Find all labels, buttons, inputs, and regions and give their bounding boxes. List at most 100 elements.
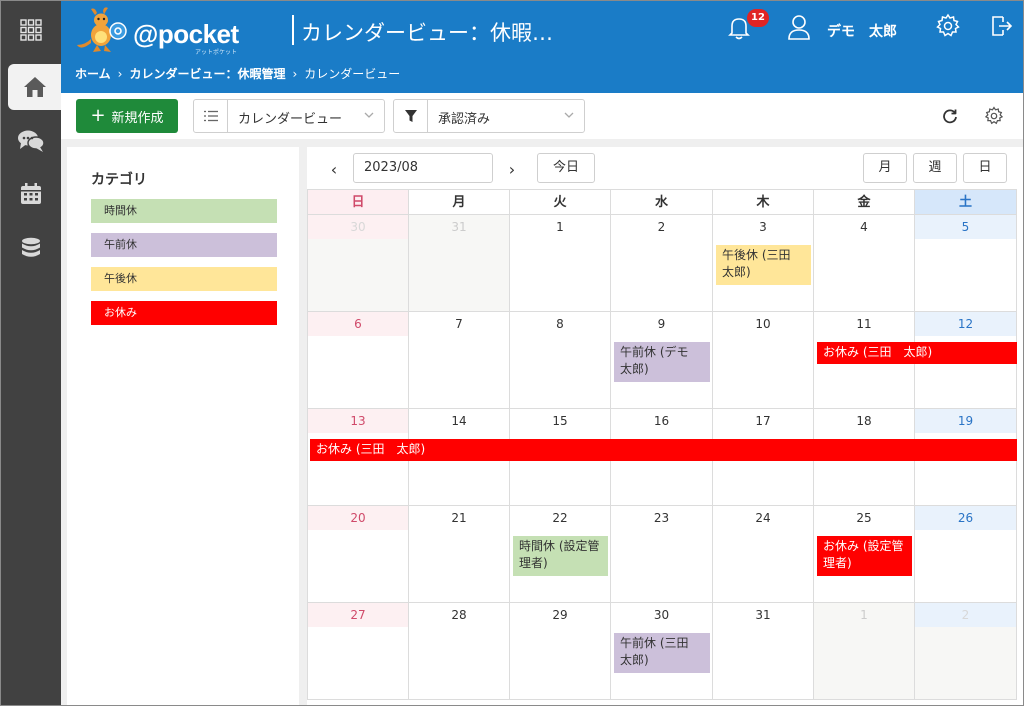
calendar-day-cell[interactable]: 24 bbox=[713, 506, 814, 603]
user-name[interactable]: デモ 太郎 bbox=[827, 21, 897, 41]
calendar-event[interactable]: 時間休 (設定管理者) bbox=[513, 536, 608, 576]
breadcrumb-separator-icon: › bbox=[117, 67, 123, 81]
calendar-event[interactable]: お休み (設定管理者) bbox=[817, 536, 912, 576]
user-icon[interactable] bbox=[787, 13, 815, 41]
calendar-panel: ‹ 2023/08 › 今日 月 週 日 日月火水木金土 30 31 1 2 3 4 5 6 7… bbox=[307, 147, 1023, 705]
next-month-button[interactable]: › bbox=[499, 155, 525, 183]
day-number: 10 bbox=[755, 317, 771, 331]
chevron-down-icon bbox=[364, 112, 374, 118]
chevron-right-icon: › bbox=[508, 159, 516, 179]
calendar-event[interactable]: 午前休 (デモ 太郎) bbox=[614, 342, 710, 382]
weekday-label: 日 bbox=[307, 189, 409, 215]
calendar-day-cell[interactable]: 26 bbox=[915, 506, 1017, 603]
day-number: 2 bbox=[915, 603, 1016, 627]
prev-month-button[interactable]: ‹ bbox=[321, 155, 347, 183]
calendar-day-cell[interactable]: 30 bbox=[307, 215, 409, 312]
calendar-day-cell[interactable]: 31 bbox=[713, 603, 814, 700]
month-input[interactable]: 2023/08 bbox=[353, 153, 493, 183]
category-item[interactable]: 時間休 bbox=[91, 199, 277, 223]
weekday-label: 水 bbox=[611, 189, 713, 215]
logout-icon[interactable] bbox=[989, 13, 1017, 41]
calendar-day-cell[interactable]: 21 bbox=[409, 506, 510, 603]
day-number: 20 bbox=[308, 506, 408, 530]
calendar-day-cell[interactable]: 4 bbox=[814, 215, 915, 312]
day-number: 26 bbox=[915, 506, 1016, 530]
day-number: 7 bbox=[455, 317, 463, 331]
day-number: 30 bbox=[653, 608, 670, 622]
day-number: 31 bbox=[451, 220, 467, 234]
week-view-button[interactable]: 週 bbox=[913, 153, 957, 183]
day-number: 9 bbox=[657, 317, 666, 331]
refresh-icon[interactable] bbox=[939, 105, 961, 127]
day-view-button[interactable]: 日 bbox=[963, 153, 1007, 183]
day-number: 12 bbox=[915, 312, 1016, 336]
day-number: 16 bbox=[653, 414, 670, 428]
apps-grid-icon[interactable] bbox=[1, 7, 61, 53]
logo-subtext: アットポケット bbox=[195, 49, 238, 56]
app-window: @pocket アットポケット カレンダービュー：休暇… ホーム › カレンダービュ… bbox=[0, 0, 1024, 706]
chat-icon[interactable] bbox=[1, 118, 61, 164]
breadcrumb-app[interactable]: カレンダービュー：休暇管理 bbox=[129, 67, 285, 81]
day-number: 17 bbox=[755, 414, 771, 428]
calendar-day-cell[interactable]: 7 bbox=[409, 312, 510, 409]
day-number: 22 bbox=[552, 511, 568, 525]
weekday-label: 月 bbox=[409, 189, 510, 215]
day-number: 15 bbox=[552, 414, 568, 428]
view-select[interactable]: カレンダービュー bbox=[193, 99, 385, 133]
day-number: 4 bbox=[860, 220, 868, 234]
chevron-down-icon bbox=[564, 112, 574, 118]
calendar-day-cell[interactable]: 2 bbox=[915, 603, 1017, 700]
calendar-day-cell[interactable]: 2 bbox=[611, 215, 713, 312]
calendar-day-cell[interactable]: 1 bbox=[814, 603, 915, 700]
category-panel: カテゴリ 時間休午前休午後休お休み bbox=[67, 147, 299, 705]
calendar-event[interactable]: お休み (三田 太郎) bbox=[310, 439, 1017, 461]
plus-icon: + bbox=[90, 105, 106, 126]
breadcrumb-home[interactable]: ホーム bbox=[75, 67, 111, 81]
day-number: 27 bbox=[308, 603, 408, 627]
calendar-day-cell[interactable]: 29 bbox=[510, 603, 611, 700]
database-icon[interactable] bbox=[1, 226, 61, 272]
calendar-day-cell[interactable]: 31 bbox=[409, 215, 510, 312]
day-number: 24 bbox=[755, 511, 771, 525]
calendar-day-cell[interactable]: 1 bbox=[510, 215, 611, 312]
day-number: 18 bbox=[856, 414, 872, 428]
left-rail bbox=[1, 1, 61, 705]
view-select-value: カレンダービュー bbox=[238, 112, 343, 127]
calendar-icon[interactable] bbox=[1, 171, 61, 217]
settings-gear-icon[interactable] bbox=[935, 13, 963, 41]
calendar-day-cell[interactable]: 28 bbox=[409, 603, 510, 700]
notification-badge: 12 bbox=[747, 9, 769, 27]
calendar-day-cell[interactable]: 23 bbox=[611, 506, 713, 603]
category-item[interactable]: 午後休 bbox=[91, 267, 277, 291]
category-title: カテゴリ bbox=[91, 172, 147, 188]
day-number: 28 bbox=[451, 608, 467, 622]
weekday-label: 火 bbox=[510, 189, 611, 215]
day-number: 21 bbox=[451, 511, 467, 525]
day-number: 8 bbox=[556, 317, 564, 331]
filter-select[interactable]: 承認済み bbox=[393, 99, 585, 133]
day-number: 3 bbox=[759, 220, 767, 234]
new-record-button[interactable]: + 新規作成 bbox=[76, 99, 178, 133]
today-button[interactable]: 今日 bbox=[537, 153, 595, 183]
calendar-day-cell[interactable]: 20 bbox=[307, 506, 409, 603]
calendar-event[interactable]: 午後休 (三田 太郎) bbox=[716, 245, 811, 285]
calendar-day-cell[interactable]: 6 bbox=[307, 312, 409, 409]
month-view-button[interactable]: 月 bbox=[863, 153, 907, 183]
page-title: カレンダービュー：休暇… bbox=[301, 21, 553, 45]
calendar-event[interactable]: お休み (三田 太郎) bbox=[817, 342, 1017, 364]
title-divider bbox=[292, 15, 294, 45]
calendar-day-cell[interactable]: 10 bbox=[713, 312, 814, 409]
view-settings-gear-icon[interactable] bbox=[983, 105, 1005, 127]
category-item[interactable]: 午前休 bbox=[91, 233, 277, 257]
day-number: 23 bbox=[653, 511, 670, 525]
day-number: 1 bbox=[860, 608, 868, 622]
home-icon[interactable] bbox=[8, 64, 61, 110]
calendar-day-cell[interactable]: 27 bbox=[307, 603, 409, 700]
calendar-event[interactable]: 午前休 (三田 太郎) bbox=[614, 633, 710, 673]
calendar-day-cell[interactable]: 8 bbox=[510, 312, 611, 409]
logo[interactable]: @pocket アットポケット bbox=[75, 7, 265, 56]
calendar-day-cell[interactable]: 5 bbox=[915, 215, 1017, 312]
day-number: 5 bbox=[915, 215, 1016, 239]
category-item[interactable]: お休み bbox=[91, 301, 277, 325]
new-record-label: 新規作成 bbox=[111, 110, 164, 126]
